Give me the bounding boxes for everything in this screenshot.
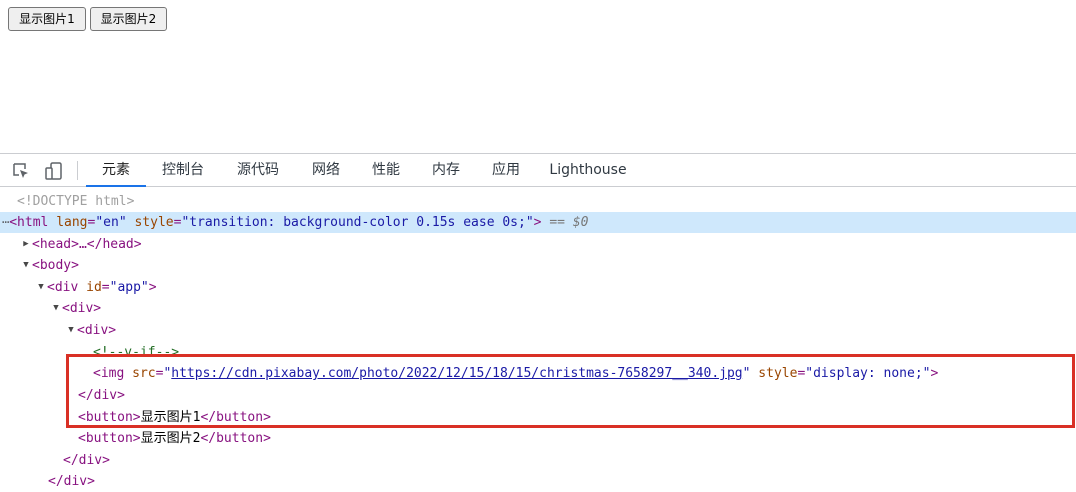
head-tag: <head>…</head> [32,237,142,252]
dom-tree: <!DOCTYPE html> ⋯<html lang="en" style="… [0,187,1076,490]
button1-close-tag: </button> [200,410,271,425]
tab-performance[interactable]: 性能 [360,154,412,186]
div-inner-close-tag: </div> [78,388,125,403]
dom-node-head[interactable]: ▶ <head>…</head> [0,234,1076,255]
img-attr-src: src [132,366,156,381]
device-toolbar-icon[interactable] [44,161,64,181]
selected-marker: == [549,215,565,230]
div-tag: <div> [62,301,102,316]
show-image-2-button[interactable]: 显示图片2 [90,7,167,31]
dom-node-doctype[interactable]: <!DOCTYPE html> [0,191,1076,212]
show-image-1-button[interactable]: 显示图片1 [8,7,86,31]
page-content: 显示图片1 显示图片2 [0,0,1076,153]
button2-close-tag: </button> [200,431,271,446]
dom-node-img[interactable]: <img src="https://cdn.pixabay.com/photo/… [0,363,1076,384]
collapse-arrow-icon[interactable]: ▼ [65,320,77,341]
button2-text: 显示图片2 [140,431,201,446]
dom-node-button-1[interactable]: <button>显示图片1</button> [0,407,1076,428]
dom-node-div-app[interactable]: ▼ <div id="app"> [0,277,1076,298]
tab-console[interactable]: 控制台 [151,154,215,186]
tab-application[interactable]: 应用 [480,154,532,186]
img-attr-style-value: "display: none;" [805,366,931,381]
dom-node-button-2[interactable]: <button>显示图片2</button> [0,428,1076,449]
html-attr-style-value: "transition: background-color 0.15s ease… [181,215,534,230]
html-tag: <html [9,215,49,230]
dom-node-div-inner[interactable]: ▼ <div> [0,320,1076,341]
doctype-text: <!DOCTYPE html> [17,194,135,209]
html-attr-style: style [134,215,174,230]
button1-text: 显示图片1 [140,410,201,425]
dom-node-comment[interactable]: <!--v-if--> [0,342,1076,363]
collapse-arrow-icon[interactable]: ▼ [35,277,47,298]
dom-node-div-inner-close[interactable]: </div> [0,385,1076,406]
dom-node-body[interactable]: ▼ <body> [0,255,1076,276]
button1-tag: <button> [78,410,141,425]
tab-lighthouse[interactable]: Lighthouse [542,154,634,186]
devtools-tabbar: 元素 控制台 源代码 网络 性能 内存 应用 Lighthouse [0,154,1076,187]
div-inner-tag: <div> [77,323,117,338]
div-app-attr-id-value: "app" [109,280,149,295]
expand-arrow-icon[interactable]: ▶ [20,234,32,255]
v-if-comment: <!--v-if--> [93,345,180,360]
img-src-link[interactable]: https://cdn.pixabay.com/photo/2022/12/15… [171,366,742,381]
collapse-arrow-icon[interactable]: ▼ [50,298,62,319]
img-tag: <img [93,366,125,381]
dom-node-html[interactable]: ⋯<html lang="en" style="transition: back… [0,212,1076,233]
body-tag: <body> [32,258,79,273]
html-tag-close: > [533,215,542,230]
devtools-panel: 元素 控制台 源代码 网络 性能 内存 应用 Lighthouse <!DOCT… [0,153,1076,489]
html-attr-lang: lang [56,215,88,230]
img-tag-close: > [930,366,939,381]
tab-memory[interactable]: 内存 [420,154,472,186]
html-attr-lang-value: "en" [95,215,127,230]
toolbar-separator [77,161,78,180]
dom-node-div-close[interactable]: </div> [0,450,1076,471]
div-close-tag: </div> [63,453,110,468]
button2-tag: <button> [78,431,141,446]
tab-network[interactable]: 网络 [300,154,352,186]
inspect-element-icon[interactable] [11,161,31,181]
selected-variable: $0 [572,215,589,230]
collapse-arrow-icon[interactable]: ▼ [20,255,32,276]
tab-elements[interactable]: 元素 [86,154,146,187]
div-app-tag: <div [47,280,79,295]
div-app-attr-id: id [86,280,102,295]
dom-node-div[interactable]: ▼ <div> [0,298,1076,319]
div-app-tag-close: > [148,280,157,295]
div-app-close-tag: </div> [48,474,95,489]
img-attr-style: style [758,366,798,381]
tab-sources[interactable]: 源代码 [226,154,290,186]
